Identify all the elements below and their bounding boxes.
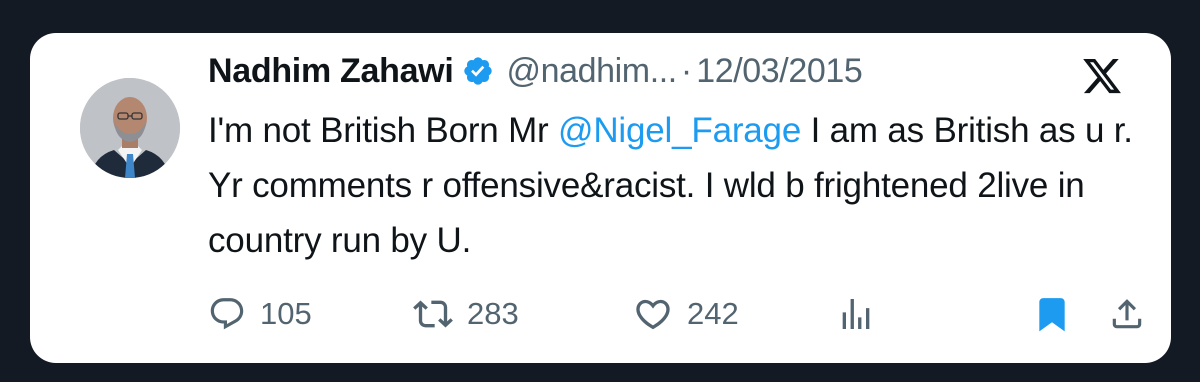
retweet-count: 283 [467, 296, 519, 331]
author-name[interactable]: Nadhim Zahawi [208, 52, 454, 91]
reply-icon [208, 295, 246, 333]
views-button[interactable] [836, 288, 876, 340]
like-count: 242 [687, 296, 739, 331]
like-button[interactable]: 242 [633, 288, 739, 340]
bookmark-icon [1033, 294, 1071, 334]
author-handle[interactable]: @nadhim... [506, 52, 677, 91]
tweet-text-start: I'm not British Born Mr [208, 111, 559, 150]
reply-count: 105 [260, 296, 312, 331]
share-button[interactable] [1108, 288, 1146, 340]
views-chart-icon [836, 294, 876, 334]
header-separator: · [680, 51, 693, 90]
verified-badge-icon [462, 55, 494, 87]
x-logo-icon [1080, 55, 1124, 97]
tweet-date[interactable]: 12/03/2015 [696, 52, 863, 91]
bookmark-button[interactable] [1033, 288, 1071, 340]
avatar[interactable] [80, 78, 180, 178]
share-icon [1108, 294, 1146, 334]
heart-icon [633, 294, 673, 334]
tweet-card[interactable]: Nadhim Zahawi @nadhim... · 12/03/2015 I'… [30, 33, 1171, 363]
retweet-icon [413, 294, 453, 334]
tweet-header: Nadhim Zahawi @nadhim... · 12/03/2015 [208, 43, 863, 99]
retweet-button[interactable]: 283 [413, 288, 519, 340]
mention-link[interactable]: @Nigel_Farage [558, 111, 801, 150]
avatar-photo [80, 78, 180, 178]
tweet-text: I'm not British Born Mr @Nigel_Farage I … [208, 103, 1158, 268]
reply-button[interactable]: 105 [208, 288, 312, 340]
action-bar: 105 283 242 [208, 288, 1142, 340]
